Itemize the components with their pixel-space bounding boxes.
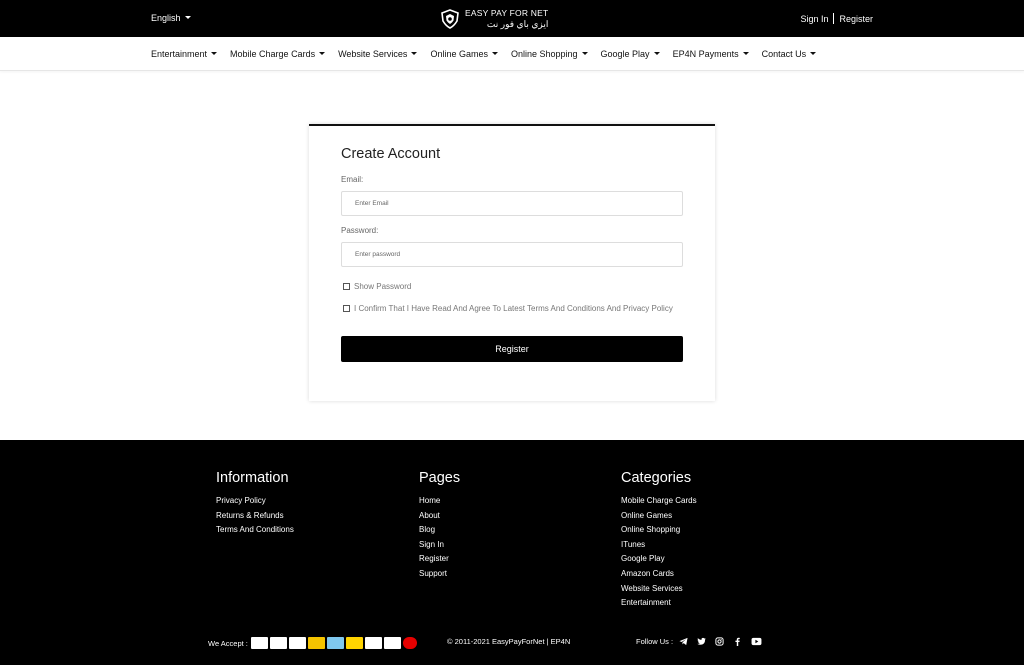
main-nav: Entertainment Mobile Charge Cards Websit… bbox=[0, 37, 1024, 71]
footer-heading: Categories bbox=[621, 470, 692, 486]
site-logo[interactable]: EASY PAY FOR NET ايزي باي فور نت bbox=[440, 8, 548, 30]
register-link[interactable]: Register bbox=[839, 14, 873, 24]
sign-in-link[interactable]: Sign In bbox=[800, 14, 828, 24]
nav-item-entertainment[interactable]: Entertainment bbox=[151, 49, 218, 59]
instagram-icon[interactable] bbox=[715, 637, 724, 646]
language-selector[interactable]: English bbox=[151, 13, 191, 23]
follow-us-label: Follow Us : bbox=[636, 637, 674, 646]
wallet-logo-icon bbox=[345, 637, 363, 649]
footer-link-terms[interactable]: Terms And Conditions bbox=[216, 523, 294, 538]
payment-methods: We Accept : bbox=[208, 637, 417, 649]
footer-link-home[interactable]: Home bbox=[419, 494, 460, 509]
nav-item-mobile-charge-cards[interactable]: Mobile Charge Cards bbox=[230, 49, 326, 59]
footer-link-returns-refunds[interactable]: Returns & Refunds bbox=[216, 509, 294, 524]
telegram-icon[interactable] bbox=[679, 637, 688, 646]
shield-logo-icon bbox=[441, 9, 459, 29]
footer-link-amazon-cards[interactable]: Amazon Cards bbox=[621, 567, 697, 582]
show-password-checkbox[interactable] bbox=[343, 283, 350, 290]
chevron-down-icon bbox=[581, 52, 588, 56]
facebook-icon[interactable] bbox=[733, 637, 742, 646]
nav-item-online-games[interactable]: Online Games bbox=[430, 49, 498, 59]
footer-link-itunes[interactable]: ITunes bbox=[621, 538, 697, 553]
payment-logos bbox=[250, 637, 417, 649]
email-label: Email: bbox=[341, 175, 364, 184]
mobile-wallet-icon bbox=[383, 637, 401, 649]
show-password-label[interactable]: Show Password bbox=[354, 282, 411, 291]
create-account-card: Create Account Email: Password: Show Pas… bbox=[309, 124, 715, 401]
footer-link-blog[interactable]: Blog bbox=[419, 523, 460, 538]
nav-item-website-services[interactable]: Website Services bbox=[338, 49, 418, 59]
footer-link-website-services[interactable]: Website Services bbox=[621, 582, 697, 597]
footer-link-google-play[interactable]: Google Play bbox=[621, 552, 697, 567]
register-button[interactable]: Register bbox=[341, 336, 683, 362]
bank-logo-icon bbox=[250, 637, 268, 649]
logo-text-en: EASY PAY FOR NET bbox=[465, 8, 549, 19]
footer-link-about[interactable]: About bbox=[419, 509, 460, 524]
footer-information: Information Privacy Policy Returns & Ref… bbox=[216, 470, 294, 538]
footer-link-online-shopping[interactable]: Online Shopping bbox=[621, 523, 697, 538]
wallet-logo-icon bbox=[364, 637, 382, 649]
chevron-down-icon bbox=[184, 16, 191, 20]
youtube-icon[interactable] bbox=[751, 637, 762, 646]
we-accept-label: We Accept : bbox=[208, 638, 248, 648]
footer-heading: Pages bbox=[419, 470, 461, 486]
language-label: English bbox=[151, 13, 181, 23]
footer-heading: Information bbox=[216, 470, 289, 486]
social-links: Follow Us : bbox=[636, 637, 762, 646]
chevron-down-icon bbox=[319, 52, 326, 56]
email-field[interactable] bbox=[341, 191, 683, 216]
password-field[interactable] bbox=[341, 242, 683, 267]
western-union-icon bbox=[307, 637, 325, 649]
password-label: Password: bbox=[341, 226, 379, 235]
footer-link-entertainment[interactable]: Entertainment bbox=[621, 596, 697, 611]
wallet-logo-icon bbox=[326, 637, 344, 649]
nav-item-google-play[interactable]: Google Play bbox=[601, 49, 660, 59]
show-password-row: Show Password bbox=[343, 282, 411, 291]
divider bbox=[833, 13, 835, 24]
footer-link-support[interactable]: Support bbox=[419, 567, 460, 582]
chevron-down-icon bbox=[810, 52, 817, 56]
twitter-icon[interactable] bbox=[697, 637, 706, 646]
footer: Information Privacy Policy Returns & Ref… bbox=[0, 440, 1024, 665]
chevron-down-icon bbox=[653, 52, 660, 56]
terms-checkbox[interactable] bbox=[343, 305, 350, 312]
chevron-down-icon bbox=[742, 52, 749, 56]
footer-link-sign-in[interactable]: Sign In bbox=[419, 538, 460, 553]
chevron-down-icon bbox=[211, 52, 218, 56]
page-title: Create Account bbox=[341, 146, 441, 162]
chevron-down-icon bbox=[411, 52, 418, 56]
footer-pages: Pages Home About Blog Sign In Register S… bbox=[419, 470, 460, 582]
footer-link-mobile-charge-cards[interactable]: Mobile Charge Cards bbox=[621, 494, 697, 509]
terms-row: I Confirm That I Have Read And Agree To … bbox=[343, 304, 674, 315]
nav-item-online-shopping[interactable]: Online Shopping bbox=[511, 49, 588, 59]
footer-categories: Categories Mobile Charge Cards Online Ga… bbox=[621, 470, 697, 611]
auth-links: Sign In Register bbox=[800, 13, 873, 24]
nav-item-contact-us[interactable]: Contact Us bbox=[762, 49, 817, 59]
footer-link-register[interactable]: Register bbox=[419, 552, 460, 567]
bank-logo-icon bbox=[269, 637, 287, 649]
chevron-down-icon bbox=[491, 52, 498, 56]
logo-text-ar: ايزي باي فور نت bbox=[486, 18, 549, 29]
top-bar: English EASY PAY FOR NET ايزي باي فور نت… bbox=[0, 0, 1024, 37]
footer-link-privacy-policy[interactable]: Privacy Policy bbox=[216, 494, 294, 509]
footer-link-online-games[interactable]: Online Games bbox=[621, 509, 697, 524]
vodafone-cash-icon bbox=[402, 637, 417, 649]
copyright: © 2011-2021 EasyPayForNet | EP4N bbox=[447, 637, 571, 646]
bank-transfer-icon bbox=[288, 637, 306, 649]
nav-item-ep4n-payments[interactable]: EP4N Payments bbox=[673, 49, 749, 59]
terms-label[interactable]: I Confirm That I Have Read And Agree To … bbox=[354, 302, 674, 315]
